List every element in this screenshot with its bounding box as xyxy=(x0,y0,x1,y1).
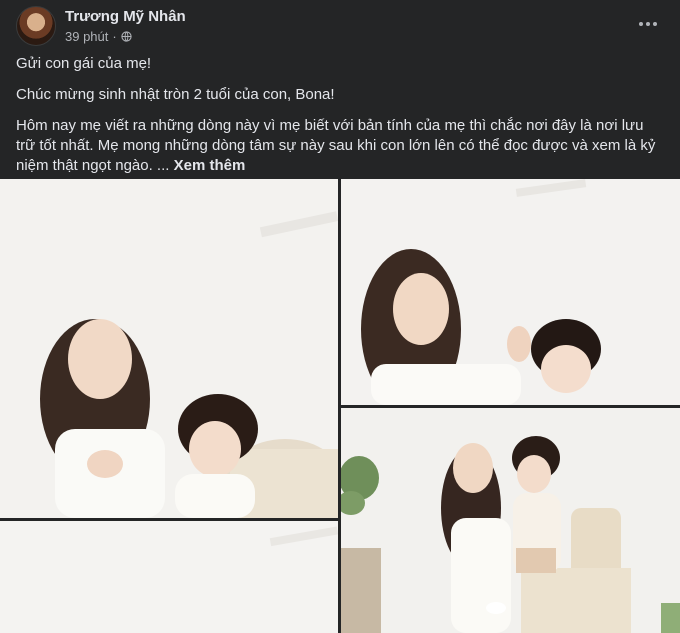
post-long-text: Hôm nay mẹ viết ra những dòng này vì mẹ … xyxy=(16,117,656,174)
photo-2-image xyxy=(0,521,338,633)
post-header: Trương Mỹ Nhân 39 phút · xyxy=(16,6,666,46)
post-meta: 39 phút · xyxy=(65,29,132,44)
see-more-link[interactable]: Xem thêm xyxy=(174,157,246,174)
facebook-post: Trương Mỹ Nhân 39 phút · Gửi con gái của… xyxy=(0,0,680,633)
photo-3[interactable] xyxy=(341,179,680,405)
avatar[interactable] xyxy=(16,6,56,46)
post-greeting: Gửi con gái của mẹ! xyxy=(16,55,152,72)
post-body: Gửi con gái của mẹ! Chúc mừng sinh nhật … xyxy=(16,54,666,187)
photo-1-image xyxy=(0,179,338,518)
photo-2[interactable] xyxy=(0,521,338,633)
globe-icon[interactable] xyxy=(121,31,132,42)
post-time[interactable]: 39 phút xyxy=(65,29,108,44)
post-long-paragraph: Hôm nay mẹ viết ra những dòng này vì mẹ … xyxy=(16,116,666,176)
photo-1[interactable] xyxy=(0,179,338,518)
more-options-icon[interactable] xyxy=(634,14,662,34)
photo-4[interactable] xyxy=(341,408,680,633)
meta-separator: · xyxy=(112,29,117,44)
photo-3-image xyxy=(341,179,680,405)
post-birthday-line: Chúc mừng sinh nhật tròn 2 tuổi của con,… xyxy=(16,86,335,103)
photo-gallery xyxy=(0,179,680,633)
author-name[interactable]: Trương Mỹ Nhân xyxy=(65,8,186,25)
photo-4-image xyxy=(341,408,680,633)
